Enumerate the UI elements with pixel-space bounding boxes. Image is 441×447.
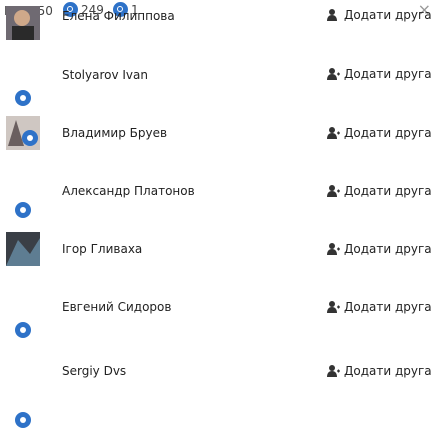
add-friend-label: Додати друга [344,364,432,378]
friend-name[interactable]: Ігор Гливаха [62,242,142,256]
add-friend-button[interactable]: Додати друга [326,126,432,140]
add-friend-button[interactable]: Додати друга [326,184,432,198]
friend-name[interactable]: Sergiy Dvs [62,364,126,378]
avatar[interactable] [6,232,40,266]
add-friend-label: Додати друга [344,300,432,314]
avatar[interactable] [6,116,40,150]
friend-row: Stolyarov Ivan Додати друга [0,62,441,120]
add-friend-label: Додати друга [344,242,432,256]
friend-name[interactable]: Stolyarov Ivan [62,68,148,82]
add-user-icon [327,301,340,313]
add-user-icon [327,127,340,139]
friend-row: Sergiy Dvs Додати друга [0,352,441,428]
friend-row: Владимир Бруев Додати друга [0,116,441,176]
add-friend-label: Додати друга [344,184,432,198]
add-user-icon [327,185,340,197]
add-user-icon [327,68,340,80]
add-user-icon [327,243,340,255]
friend-row: Елена Филиппова Додати друга [0,6,441,64]
add-friend-button[interactable]: Додати друга [326,8,432,22]
friend-row: Евгений Сидоров Додати друга [0,292,441,350]
add-friend-label: Додати друга [344,67,432,81]
add-user-icon [327,9,337,21]
avatar[interactable] [6,6,40,40]
avatar[interactable] [6,76,40,110]
add-user-icon [327,365,340,377]
friend-name[interactable]: Александр Платонов [62,184,195,198]
add-friend-label: Додати друга [344,8,432,22]
friend-name[interactable]: Елена Филиппова [62,9,175,23]
friend-name[interactable]: Евгений Сидоров [62,300,171,314]
friend-row: Александр Платонов Додати друга [0,176,441,234]
avatar[interactable] [6,398,40,432]
add-friend-button[interactable]: Додати друга [326,67,432,81]
avatar[interactable] [6,308,40,342]
add-friend-button[interactable]: Додати друга [326,242,432,256]
avatar[interactable] [6,188,40,222]
add-friend-button[interactable]: Додати друга [326,364,432,378]
friend-row: Ігор Гливаха Додати друга [0,232,441,292]
friend-name[interactable]: Владимир Бруев [62,126,167,140]
add-friend-button[interactable]: Додати друга [326,300,432,314]
add-friend-label: Додати друга [344,126,432,140]
